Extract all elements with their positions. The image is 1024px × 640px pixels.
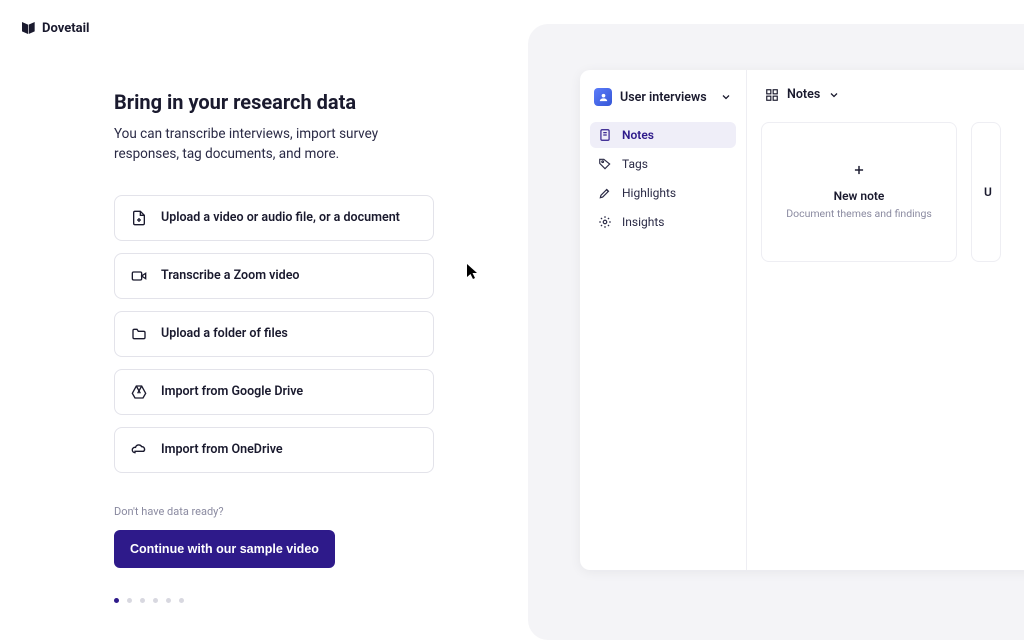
plus-icon: [852, 163, 866, 177]
chevron-down-icon: [828, 89, 840, 101]
option-upload-folder[interactable]: Upload a folder of files: [114, 311, 434, 357]
option-label: Import from OneDrive: [161, 442, 283, 457]
sidebar-item-insights[interactable]: Insights: [590, 209, 736, 235]
page-dot[interactable]: [153, 598, 158, 603]
option-label: Transcribe a Zoom video: [161, 268, 300, 283]
page-dot[interactable]: [140, 598, 145, 603]
option-label: Import from Google Drive: [161, 384, 303, 399]
sidebar-item-label: Notes: [622, 128, 654, 142]
grid-icon: [765, 88, 779, 102]
option-onedrive[interactable]: Import from OneDrive: [114, 427, 434, 473]
page-dot[interactable]: [179, 598, 184, 603]
project-name: User interviews: [620, 90, 712, 105]
google-drive-icon: [131, 384, 147, 400]
highlight-icon: [598, 186, 612, 200]
sidebar-item-label: Tags: [622, 157, 648, 171]
sidebar-item-notes[interactable]: Notes: [590, 122, 736, 148]
pagination-dots: [114, 598, 434, 603]
page-dot[interactable]: [166, 598, 171, 603]
video-icon: [131, 268, 147, 284]
option-upload-file[interactable]: Upload a video or audio file, or a docum…: [114, 195, 434, 241]
page-title: Bring in your research data: [114, 90, 434, 114]
page-dot[interactable]: [127, 598, 132, 603]
hint-text: Don't have data ready?: [114, 505, 434, 518]
new-note-subtitle: Document themes and findings: [786, 207, 932, 220]
mouse-cursor-icon: [467, 264, 479, 280]
onedrive-icon: [131, 442, 147, 458]
project-selector[interactable]: User interviews: [590, 84, 736, 110]
option-transcribe-zoom[interactable]: Transcribe a Zoom video: [114, 253, 434, 299]
preview-sidebar: User interviews Notes Tags Highlights: [580, 70, 747, 570]
folder-icon: [131, 326, 147, 342]
sidebar-item-highlights[interactable]: Highlights: [590, 180, 736, 206]
onboarding-panel: Bring in your research data You can tran…: [114, 90, 434, 603]
continue-sample-button[interactable]: Continue with our sample video: [114, 530, 335, 568]
sidebar-item-tags[interactable]: Tags: [590, 151, 736, 177]
page-subtitle: You can transcribe interviews, import su…: [114, 124, 434, 165]
sidebar-item-label: Insights: [622, 215, 664, 229]
sidebar-item-label: Highlights: [622, 186, 676, 200]
note-card-peek[interactable]: U: [971, 122, 1001, 262]
view-selector-label: Notes: [787, 87, 820, 102]
option-label: Upload a folder of files: [161, 326, 288, 341]
notes-grid: New note Document themes and findings U: [761, 122, 1024, 262]
dovetail-logo-icon: [20, 20, 36, 36]
project-avatar-icon: [594, 88, 612, 106]
preview-window: User interviews Notes Tags Highlights: [580, 70, 1024, 570]
option-google-drive[interactable]: Import from Google Drive: [114, 369, 434, 415]
preview-main: Notes New note Document themes and findi…: [747, 70, 1024, 570]
note-card-peek-text: U: [984, 185, 992, 199]
page-dot[interactable]: [114, 598, 119, 603]
view-selector[interactable]: Notes: [761, 84, 844, 105]
new-note-title: New note: [834, 189, 885, 203]
brand-name: Dovetail: [42, 21, 89, 36]
option-label: Upload a video or audio file, or a docum…: [161, 210, 400, 225]
tag-icon: [598, 157, 612, 171]
file-icon: [131, 210, 147, 226]
insight-icon: [598, 215, 612, 229]
note-icon: [598, 128, 612, 142]
new-note-card[interactable]: New note Document themes and findings: [761, 122, 957, 262]
brand-logo: Dovetail: [20, 20, 89, 36]
chevron-down-icon: [720, 91, 732, 103]
